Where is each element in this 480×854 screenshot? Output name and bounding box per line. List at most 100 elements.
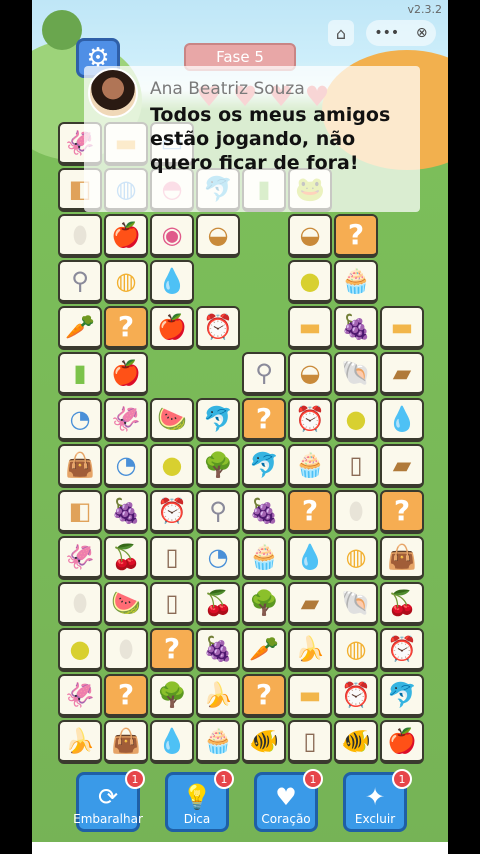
tile-yarn[interactable]: ◍ xyxy=(334,628,378,672)
tile-cupcake[interactable]: 🧁 xyxy=(288,444,332,488)
tile-bag[interactable]: 👜 xyxy=(104,720,148,764)
tile-basket[interactable]: ◒ xyxy=(288,214,332,258)
tile-lemon[interactable]: ● xyxy=(334,398,378,442)
tile-jar[interactable]: ▯ xyxy=(150,582,194,626)
tile-alarm-clock[interactable]: ⏰ xyxy=(334,674,378,718)
egg-icon: ⬮ xyxy=(72,221,88,249)
tile-log[interactable]: ▰ xyxy=(288,582,332,626)
tile-cherries[interactable]: 🍒 xyxy=(196,582,240,626)
tile-yarn[interactable]: ◍ xyxy=(104,260,148,304)
tile-bag[interactable]: 👜 xyxy=(58,444,102,488)
tile-yarn[interactable]: ◍ xyxy=(334,536,378,580)
tile-cupcake[interactable]: 🧁 xyxy=(196,720,240,764)
mini-program-menu[interactable]: ••• ⊗ xyxy=(366,20,436,46)
tile-alarm-clock[interactable]: ⏰ xyxy=(150,490,194,534)
tile-lemon[interactable]: ● xyxy=(58,628,102,672)
tile-carrot[interactable]: 🥕 xyxy=(58,306,102,350)
tile-alarm-clock[interactable]: ⏰ xyxy=(288,398,332,442)
tile-lemon[interactable]: ● xyxy=(150,444,194,488)
tile-watermelon[interactable]: 🍉 xyxy=(104,582,148,626)
tile-drop[interactable]: 💧 xyxy=(288,536,332,580)
tile-cupcake[interactable]: 🧁 xyxy=(334,260,378,304)
home-button[interactable]: ⌂ xyxy=(328,20,354,46)
mystery-tile[interactable]: ? xyxy=(150,628,194,672)
tile-squid[interactable]: 🦑 xyxy=(58,536,102,580)
tile-basket[interactable]: ◒ xyxy=(196,214,240,258)
coração-button[interactable]: ♥ Coração 1 xyxy=(254,769,323,832)
tile-dolphin[interactable]: 🐬 xyxy=(242,444,286,488)
tile-apple[interactable]: 🍎 xyxy=(150,306,194,350)
tile-pan[interactable]: ◔ xyxy=(104,444,148,488)
tile-grapes[interactable]: 🍇 xyxy=(104,490,148,534)
tile-log[interactable]: ▰ xyxy=(380,352,424,396)
mystery-tile[interactable]: ? xyxy=(288,490,332,534)
tile-cupcake[interactable]: 🧁 xyxy=(242,536,286,580)
tile-jar[interactable]: ▯ xyxy=(288,720,332,764)
tile-fish[interactable]: 🐠 xyxy=(242,720,286,764)
tile-grapes[interactable]: 🍇 xyxy=(196,628,240,672)
tile-fish[interactable]: 🐠 xyxy=(334,720,378,764)
tile-dolphin[interactable]: 🐬 xyxy=(196,398,240,442)
excluir-button[interactable]: ✦ Excluir 1 xyxy=(343,769,412,832)
tile-banana[interactable]: 🍌 xyxy=(288,628,332,672)
tile-apple[interactable]: 🍎 xyxy=(104,214,148,258)
tile-alarm-clock[interactable]: ⏰ xyxy=(380,628,424,672)
tile-cherries[interactable]: 🍒 xyxy=(380,582,424,626)
tile-drop[interactable]: 💧 xyxy=(380,398,424,442)
tile-popsicle[interactable]: ▮ xyxy=(58,352,102,396)
close-icon[interactable]: ⊗ xyxy=(416,25,428,41)
tile-jar[interactable]: ▯ xyxy=(150,536,194,580)
tile-shell[interactable]: 🐚 xyxy=(334,352,378,396)
tile-carrot[interactable]: 🥕 xyxy=(242,628,286,672)
tile-grapes[interactable]: 🍇 xyxy=(334,306,378,350)
tile-apple[interactable]: 🍎 xyxy=(380,720,424,764)
tile-egg[interactable]: ⬮ xyxy=(58,214,102,258)
tile-banana[interactable]: 🍌 xyxy=(196,674,240,718)
tile-pie[interactable]: ▬ xyxy=(380,306,424,350)
banana-icon: 🍌 xyxy=(295,635,325,663)
embaralhar-button[interactable]: ⟳ Embaralhar 1 xyxy=(73,769,145,832)
tile-tree[interactable]: 🌳 xyxy=(242,582,286,626)
tile-dolphin[interactable]: 🐬 xyxy=(380,674,424,718)
tile-cherries[interactable]: 🍒 xyxy=(104,536,148,580)
tile-flour[interactable]: ◧ xyxy=(58,490,102,534)
tile-lemon[interactable]: ● xyxy=(288,260,332,304)
dica-button[interactable]: 💡 Dica 1 xyxy=(165,769,234,832)
tile-alarm-clock[interactable]: ⏰ xyxy=(196,306,240,350)
question-mark-icon: ? xyxy=(163,632,181,665)
tile-squid[interactable]: 🦑 xyxy=(104,398,148,442)
tile-spoon[interactable]: ⚲ xyxy=(242,352,286,396)
tile-log[interactable]: ▰ xyxy=(380,444,424,488)
tile-pie[interactable]: ▬ xyxy=(288,674,332,718)
tile-spoon[interactable]: ⚲ xyxy=(58,260,102,304)
tile-drop[interactable]: 💧 xyxy=(150,260,194,304)
tile-pan[interactable]: ◔ xyxy=(58,398,102,442)
tile-candy[interactable]: ◉ xyxy=(150,214,194,258)
mystery-tile[interactable]: ? xyxy=(334,214,378,258)
tile-grapes[interactable]: 🍇 xyxy=(242,490,286,534)
tile-bag[interactable]: 👜 xyxy=(380,536,424,580)
tile-pie[interactable]: ▬ xyxy=(288,306,332,350)
tile-basket[interactable]: ◒ xyxy=(288,352,332,396)
mystery-tile[interactable]: ? xyxy=(104,674,148,718)
mystery-tile[interactable]: ? xyxy=(242,398,286,442)
tile-egg[interactable]: ⬮ xyxy=(334,490,378,534)
tile-shell[interactable]: 🐚 xyxy=(334,582,378,626)
tile-tree[interactable]: 🌳 xyxy=(196,444,240,488)
tile-watermelon[interactable]: 🍉 xyxy=(150,398,194,442)
tile-tree[interactable]: 🌳 xyxy=(150,674,194,718)
tile-apple[interactable]: 🍎 xyxy=(104,352,148,396)
tile-egg[interactable]: ⬮ xyxy=(104,628,148,672)
tile-banana[interactable]: 🍌 xyxy=(58,720,102,764)
tile-spoon[interactable]: ⚲ xyxy=(196,490,240,534)
more-icon[interactable]: ••• xyxy=(374,25,399,41)
log-icon: ▰ xyxy=(392,359,412,387)
tile-egg[interactable]: ⬮ xyxy=(58,582,102,626)
mystery-tile[interactable]: ? xyxy=(104,306,148,350)
tile-squid[interactable]: 🦑 xyxy=(58,674,102,718)
tile-jar[interactable]: ▯ xyxy=(334,444,378,488)
mystery-tile[interactable]: ? xyxy=(380,490,424,534)
mystery-tile[interactable]: ? xyxy=(242,674,286,718)
tile-pan[interactable]: ◔ xyxy=(196,536,240,580)
tile-drop[interactable]: 💧 xyxy=(150,720,194,764)
